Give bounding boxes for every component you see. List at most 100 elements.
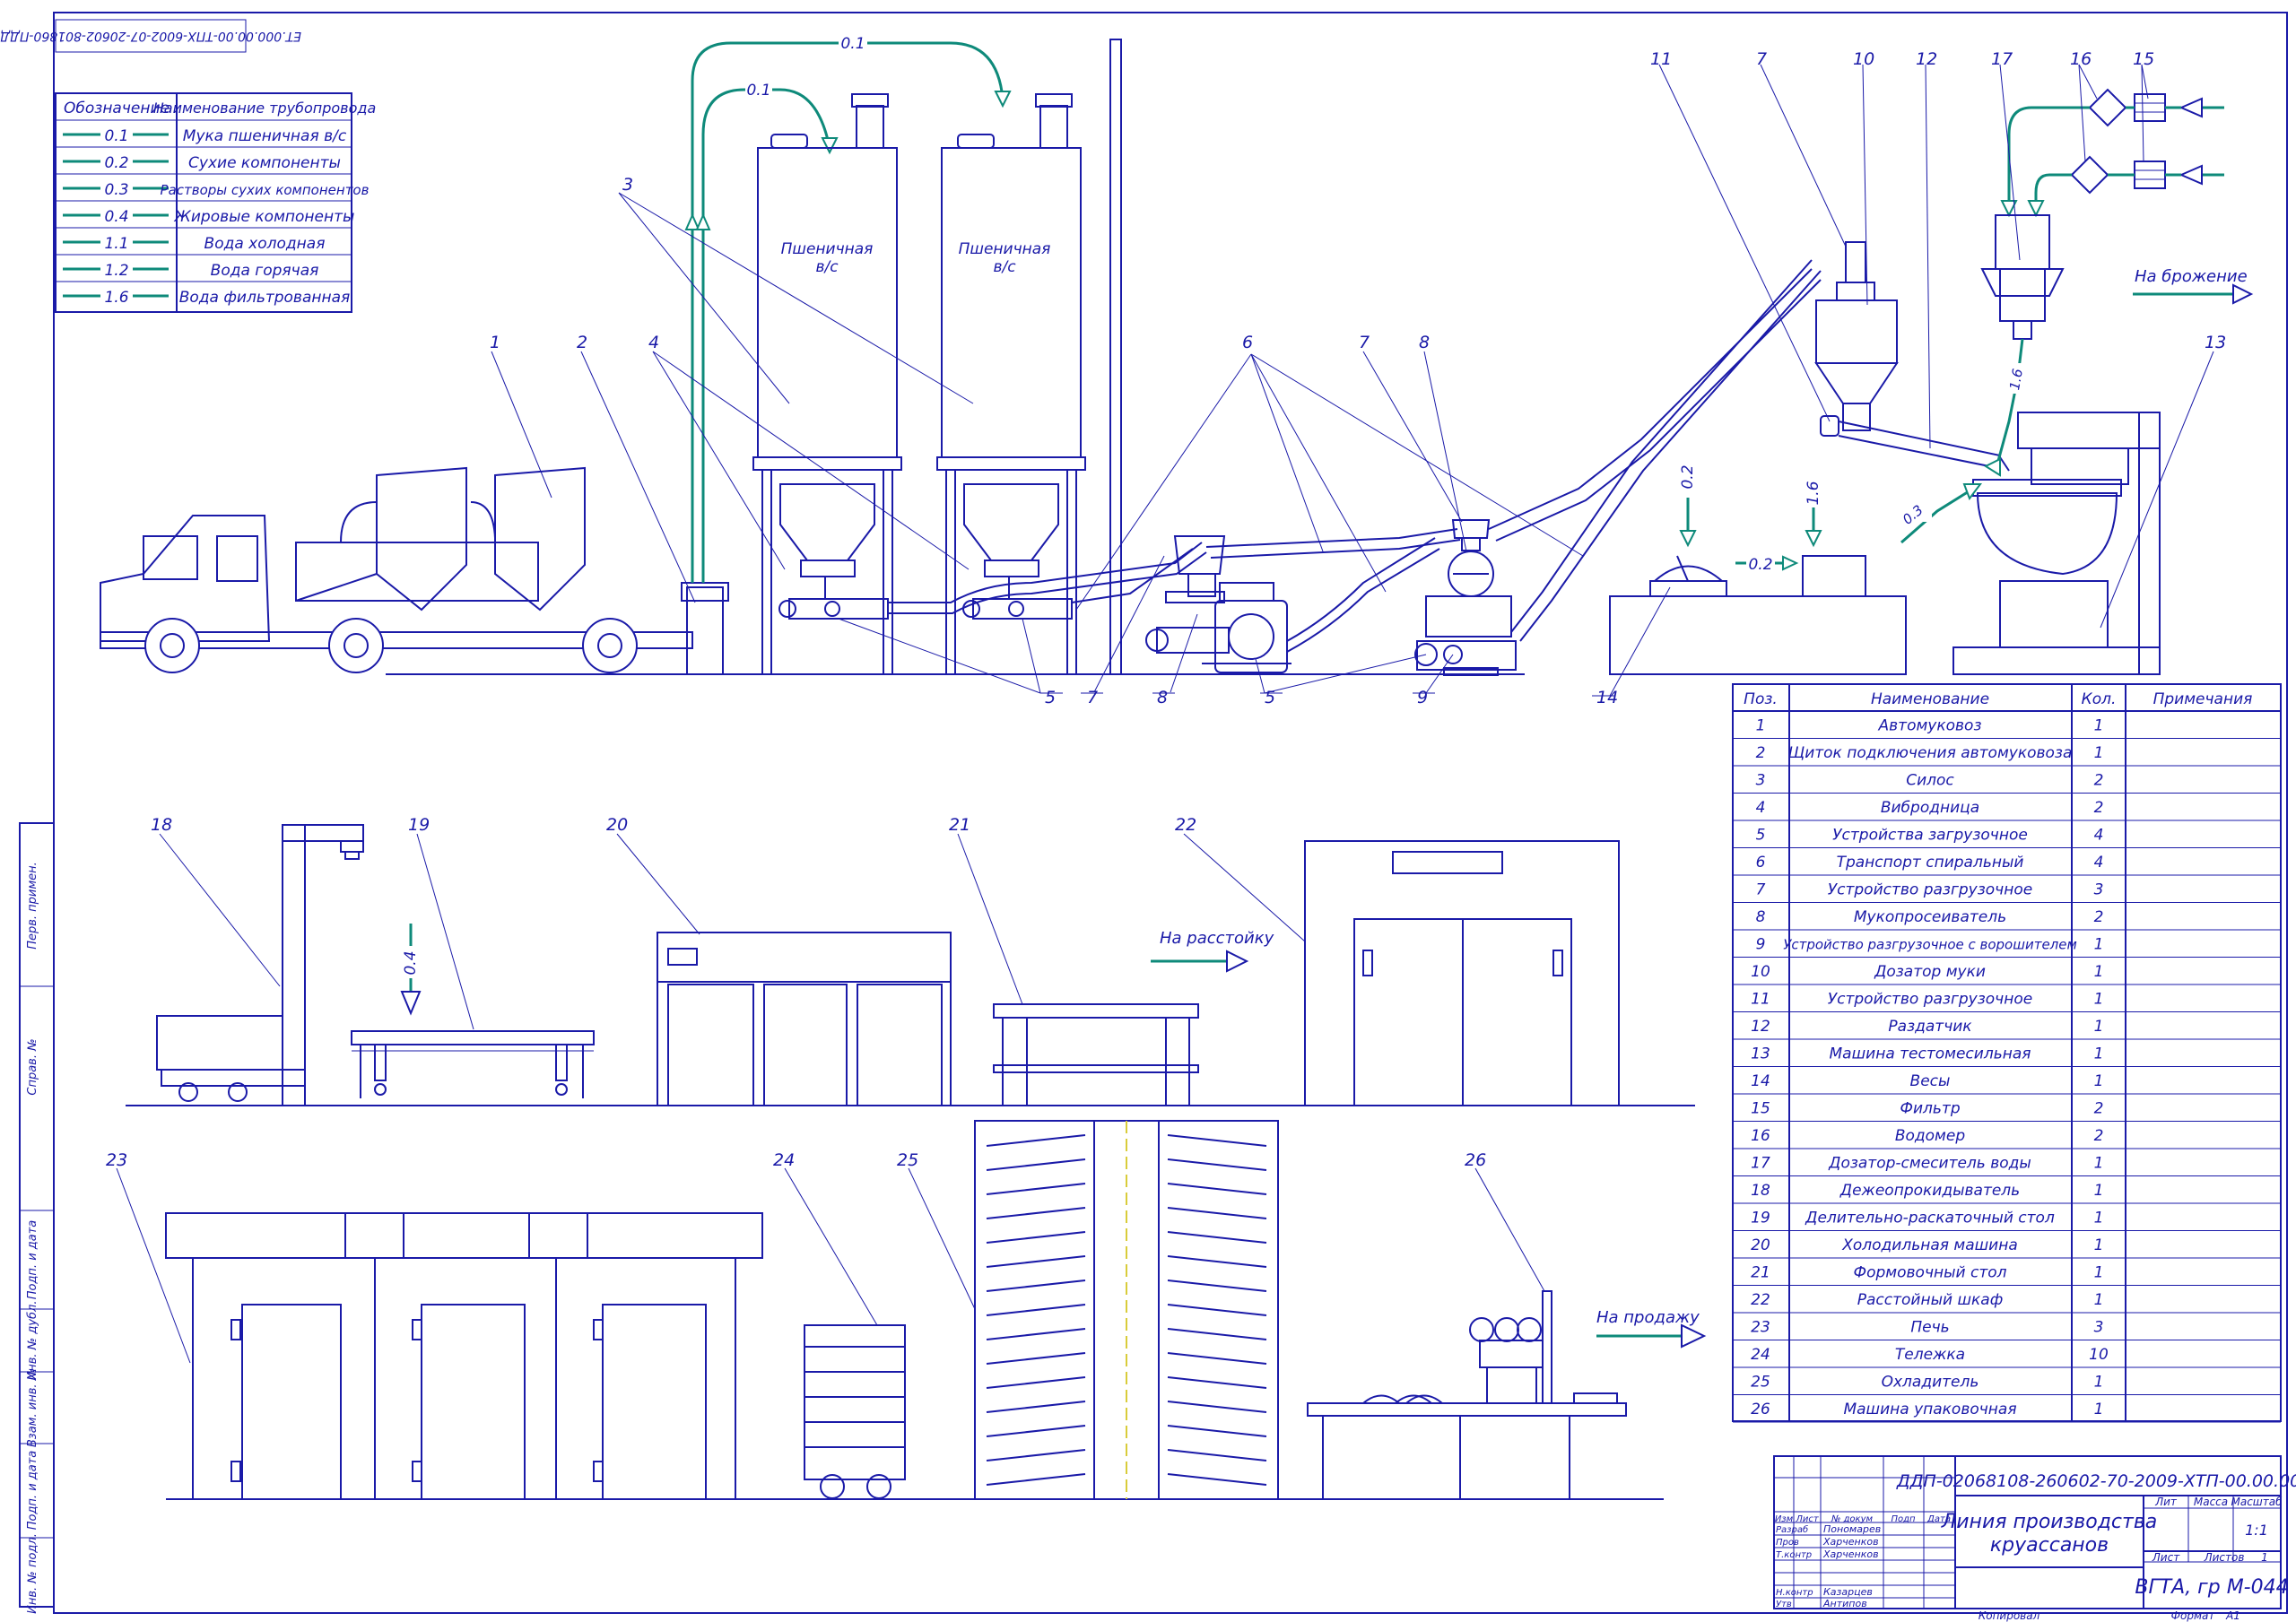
spec-row-qty: 1: [2094, 1401, 2104, 1418]
cooler-slat: [986, 1304, 1086, 1316]
spec-row-pos: 6: [1756, 854, 1766, 872]
cooler-slat: [1167, 1328, 1267, 1340]
spec-row-qty: 1: [2094, 1182, 2104, 1200]
spec-row-name: Устройство разгрузочное: [1828, 881, 2032, 899]
ovens: [165, 1212, 763, 1500]
legend-row: 1.1 Вода холодная: [63, 231, 325, 253]
svg-text:Листов: Листов: [2204, 1551, 2245, 1564]
spec-row-pos: 9: [1756, 936, 1766, 954]
cooler-slat: [1167, 1255, 1267, 1268]
forming-table: [993, 1003, 1199, 1106]
cooler-slat: [986, 1401, 1086, 1413]
silo-label: в/с: [993, 258, 1016, 276]
spec-row-pos: 25: [1751, 1374, 1770, 1392]
callout-14: 14: [1596, 688, 1618, 707]
svg-text:Т.контр: Т.контр: [1776, 1550, 1812, 1560]
legend-row: 0.3 Растворы сухих компонентов: [63, 178, 370, 199]
spec-row-pos: 8: [1756, 908, 1766, 926]
callout-5a: 5: [1045, 688, 1056, 707]
svg-text:Харченков: Харченков: [1822, 1536, 1879, 1548]
svg-text:Взам. инв. №: Взам. инв. №: [26, 1368, 39, 1447]
svg-text:Дата: Дата: [1926, 1514, 1951, 1524]
spec-row-pos: 20: [1751, 1236, 1770, 1254]
drawing-title: Линия производства: [1941, 1511, 2158, 1533]
cooler-slat: [1167, 1449, 1267, 1462]
spec-row-name: Вибродница: [1881, 799, 1979, 817]
callout-3: 3: [622, 175, 633, 195]
callout-22: 22: [1175, 815, 1196, 835]
callout-8b: 8: [1419, 333, 1430, 352]
loading-device: [778, 577, 889, 620]
cooler-slat: [986, 1376, 1086, 1389]
flour-dosing-tower: [1814, 241, 2010, 472]
silo-label: Пшеничная: [781, 240, 874, 258]
spec-row-qty: 4: [2094, 854, 2104, 872]
flour-truck: [100, 466, 693, 673]
callout-24: 24: [773, 1150, 795, 1170]
pipe-code: 0.1: [746, 82, 770, 100]
svg-text:Антипов: Антипов: [1822, 1598, 1867, 1609]
svg-text:Вода фильтрованная: Вода фильтрованная: [179, 289, 351, 307]
svg-text:Харченков: Харченков: [1822, 1548, 1879, 1560]
spec-row-name: Расстойный шкаф: [1857, 1291, 2003, 1309]
spec-row-name: Устройство разгрузочное с ворошителем: [1783, 937, 2077, 953]
callout-15: 15: [2133, 49, 2154, 69]
callout-17: 17: [1991, 49, 2013, 69]
callout-25: 25: [897, 1150, 918, 1170]
svg-text:Инв. № подл.: Инв. № подл.: [26, 1533, 39, 1614]
svg-text:Лист: Лист: [2152, 1551, 2180, 1564]
spec-row-name: Дозатор муки: [1874, 963, 1986, 981]
svg-text:Копировал: Копировал: [1979, 1609, 2040, 1622]
callout-13: 13: [2205, 333, 2226, 352]
cooler-slat: [986, 1255, 1086, 1268]
cooler-slat: [986, 1207, 1086, 1219]
spec-row-pos: 22: [1751, 1291, 1770, 1309]
svg-text:А1: А1: [2225, 1609, 2240, 1622]
cooler-slat: [986, 1425, 1086, 1437]
legend-row: 1.6 Вода фильтрованная: [63, 285, 350, 307]
callout-23: 23: [106, 1150, 127, 1170]
legend-row: 0.1 Мука пшеничная в/с: [63, 124, 347, 145]
svg-text:1.1: 1.1: [104, 235, 128, 253]
callout-16: 16: [2070, 49, 2092, 69]
cooler-slat: [1167, 1473, 1267, 1486]
svg-text:Подп. и дата: Подп. и дата: [26, 1220, 39, 1300]
spec-row-name: Холодильная машина: [1841, 1236, 2018, 1254]
spec-row-name: Мукопросеиватель: [1854, 908, 2006, 926]
technological-line-drawing: ЕТ.000.00.00-ТПХ-6002-07-20602-801860-ПД…: [0, 12, 2296, 1622]
pipe-code: 0.2: [1679, 464, 1697, 489]
svg-text:Формат: Формат: [2171, 1609, 2216, 1622]
flow-label-fermentation: На брожение: [2135, 267, 2248, 286]
spec-row-qty: 2: [2094, 799, 2104, 817]
svg-text:Вода холодная: Вода холодная: [204, 235, 326, 253]
spec-row-qty: 1: [2094, 936, 2104, 954]
spec-header-qty: Кол.: [2082, 690, 2117, 708]
callout-8a: 8: [1157, 688, 1168, 707]
spec-row-name: Транспорт спиральный: [1837, 854, 2024, 872]
cooler-slat: [1167, 1304, 1267, 1316]
spec-row-qty: 2: [2094, 772, 2104, 790]
spec-row-pos: 26: [1751, 1401, 1770, 1418]
refrigeration-machine: [657, 932, 952, 1106]
callout-11: 11: [1650, 49, 1672, 69]
callout-2: 2: [577, 333, 587, 352]
spec-row-name: Машина тестомесильная: [1830, 1045, 2031, 1063]
legend-row: 0.4 Жировые компоненты: [63, 204, 354, 226]
spec-row-name: Печь: [1910, 1319, 1949, 1337]
spec-row-name: Весы: [1910, 1072, 1951, 1090]
svg-text:0.3: 0.3: [104, 181, 128, 199]
legend-header-name: Наименование трубопровода: [153, 100, 377, 117]
dividing-rolling-table: [351, 1030, 595, 1098]
svg-text:Подп. и дата: Подп. и дата: [26, 1451, 39, 1531]
callout-12: 12: [1916, 49, 1937, 69]
spec-row-qty: 1: [2094, 1374, 2104, 1392]
spec-row-pos: 3: [1756, 772, 1766, 790]
spec-row-qty: 10: [2089, 1346, 2109, 1364]
svg-text:1.2: 1.2: [104, 262, 128, 280]
svg-text:Вода горячая: Вода горячая: [211, 262, 319, 280]
cooler-slat: [1167, 1279, 1267, 1292]
callout-18: 18: [151, 815, 172, 835]
pipe-code: 0.4: [402, 950, 420, 975]
svg-text:Справ. №: Справ. №: [26, 1038, 39, 1095]
spec-row-name: Формовочный стол: [1853, 1264, 2006, 1282]
